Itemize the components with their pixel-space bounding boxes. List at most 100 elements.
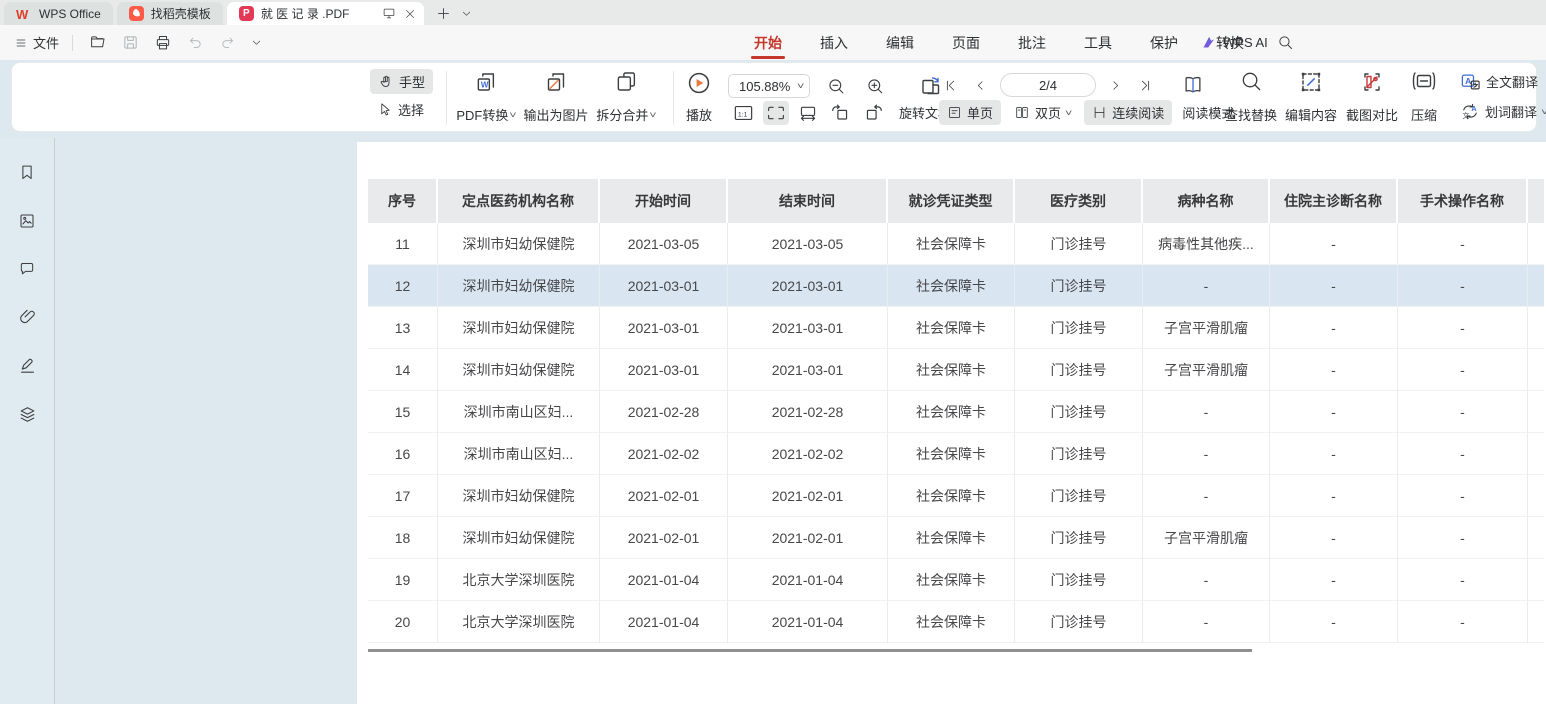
- split-merge-label: 拆分合并: [596, 105, 648, 124]
- attachments-icon[interactable]: [14, 303, 41, 330]
- find-replace-button[interactable]: 查找替换: [1225, 68, 1277, 128]
- svg-text:W: W: [481, 81, 489, 90]
- full-translate-button[interactable]: A 全文翻译: [1456, 70, 1542, 93]
- table-cell: [1528, 433, 1544, 475]
- pdf-page: 序号定点医药机构名称开始时间结束时间就诊凭证类型医疗类别病种名称住院主诊断名称手…: [357, 142, 1546, 704]
- page-number-input[interactable]: 2/4: [1000, 73, 1096, 97]
- menu-item-4[interactable]: 批注: [999, 25, 1065, 60]
- zoom-level-select[interactable]: 105.88% ˅: [728, 74, 810, 98]
- table-row[interactable]: 20北京大学深圳医院2021-01-042021-01-04社会保障卡门诊挂号-…: [368, 601, 1544, 643]
- table-header-cell: 定点医药机构名称: [438, 179, 600, 223]
- table-cell: 社会保障卡: [888, 265, 1015, 307]
- next-page-icon[interactable]: [1106, 75, 1125, 96]
- redo-icon[interactable]: [216, 32, 239, 53]
- wps-ai-button[interactable]: WPS AI: [1200, 25, 1268, 60]
- tab-list-chevron-icon[interactable]: [461, 8, 472, 19]
- table-cell: -: [1398, 475, 1528, 517]
- search-icon[interactable]: [1274, 31, 1297, 54]
- double-page-button[interactable]: 双页 ˅: [1006, 100, 1079, 125]
- menu-item-1[interactable]: 插入: [801, 25, 867, 60]
- zoom-out-icon[interactable]: [824, 74, 849, 99]
- menu-item-2[interactable]: 编辑: [867, 25, 933, 60]
- table-cell: 门诊挂号: [1015, 265, 1143, 307]
- table-row[interactable]: 16深圳市南山区妇...2021-02-022021-02-02社会保障卡门诊挂…: [368, 433, 1544, 475]
- screenshot-compare-button[interactable]: 截图对比: [1346, 68, 1398, 128]
- table-row[interactable]: 13深圳市妇幼保健院2021-03-012021-03-01社会保障卡门诊挂号子…: [368, 307, 1544, 349]
- table-cell: 深圳市妇幼保健院: [438, 475, 600, 517]
- select-tool-button[interactable]: 选择: [370, 97, 432, 122]
- table-cell: 2021-02-02: [600, 433, 728, 475]
- edit-content-button[interactable]: 编辑内容: [1285, 68, 1337, 128]
- pdf-convert-button[interactable]: W PDF转换˅: [456, 68, 515, 128]
- single-page-button[interactable]: 单页: [939, 100, 1001, 125]
- tab-medical-record-pdf[interactable]: P 就 医 记 录 .PDF: [227, 2, 425, 25]
- window-tab-bar: W WPS Office 找稻壳模板 P 就 医 记 录 .PDF: [0, 0, 1546, 25]
- tab-docer-templates[interactable]: 找稻壳模板: [117, 2, 223, 25]
- table-cell: 2021-01-04: [600, 601, 728, 643]
- split-merge-button[interactable]: 拆分合并˅: [596, 68, 655, 128]
- play-button[interactable]: 播放: [686, 68, 712, 128]
- present-to-screen-icon[interactable]: [382, 7, 396, 20]
- left-sidebar-rail: [0, 138, 55, 704]
- word-translate-button[interactable]: A文 划词翻译 ˅: [1456, 100, 1546, 123]
- menu-item-6[interactable]: 保护: [1131, 25, 1197, 60]
- first-page-icon[interactable]: [940, 75, 961, 96]
- menu-item-0[interactable]: 开始: [735, 25, 801, 60]
- document-viewport[interactable]: 序号定点医药机构名称开始时间结束时间就诊凭证类型医疗类别病种名称住院主诊断名称手…: [56, 138, 1546, 704]
- hand-tool-button[interactable]: 手型: [370, 69, 433, 94]
- export-as-image-button[interactable]: 输出为图片: [523, 68, 588, 128]
- table-cell: -: [1143, 601, 1270, 643]
- table-row[interactable]: 17深圳市妇幼保健院2021-02-012021-02-01社会保障卡门诊挂号-…: [368, 475, 1544, 517]
- table-row[interactable]: 14深圳市妇幼保健院2021-03-012021-03-01社会保障卡门诊挂号子…: [368, 349, 1544, 391]
- table-row[interactable]: 12深圳市妇幼保健院2021-03-012021-03-01社会保障卡门诊挂号-…: [368, 265, 1544, 307]
- rotate-right-icon[interactable]: [860, 100, 887, 125]
- new-tab-icon[interactable]: [436, 6, 451, 21]
- actual-size-icon[interactable]: 1:1: [730, 101, 757, 125]
- table-row[interactable]: 18深圳市妇幼保健院2021-02-012021-02-01社会保障卡门诊挂号子…: [368, 517, 1544, 559]
- table-header-cell: 医疗类别: [1015, 179, 1143, 223]
- bookmarks-icon[interactable]: [14, 159, 40, 186]
- read-mode-icon[interactable]: [1178, 71, 1208, 99]
- open-folder-icon[interactable]: [86, 31, 110, 54]
- table-cell: 2021-02-01: [728, 517, 888, 559]
- page-indicator: 2/4: [1039, 78, 1057, 93]
- table-cell: 社会保障卡: [888, 223, 1015, 265]
- fit-page-icon[interactable]: [795, 101, 821, 125]
- undo-icon[interactable]: [184, 32, 207, 53]
- close-tab-icon[interactable]: [404, 8, 416, 20]
- tab-label: 找稻壳模板: [151, 5, 211, 22]
- save-icon[interactable]: [119, 31, 142, 54]
- svg-text:A: A: [1471, 104, 1477, 113]
- table-cell: -: [1398, 349, 1528, 391]
- screenshot-compare-icon: [1360, 70, 1384, 94]
- table-cell: 深圳市南山区妇...: [438, 433, 600, 475]
- select-tool-label: 选择: [398, 100, 424, 119]
- more-actions-chevron-icon[interactable]: [248, 34, 265, 51]
- file-menu-button[interactable]: 文件: [14, 33, 59, 52]
- menu-item-5[interactable]: 工具: [1065, 25, 1131, 60]
- compress-button[interactable]: 压缩: [1411, 68, 1437, 128]
- medical-records-table: 序号定点医药机构名称开始时间结束时间就诊凭证类型医疗类别病种名称住院主诊断名称手…: [368, 179, 1544, 643]
- signature-icon[interactable]: [14, 352, 41, 379]
- table-row[interactable]: 11深圳市妇幼保健院2021-03-052021-03-05社会保障卡门诊挂号病…: [368, 223, 1544, 265]
- previous-page-icon[interactable]: [971, 75, 990, 96]
- continuous-read-button[interactable]: 连续阅读: [1084, 100, 1172, 125]
- last-page-icon[interactable]: [1135, 75, 1156, 96]
- table-row[interactable]: 15深圳市南山区妇...2021-02-282021-02-28社会保障卡门诊挂…: [368, 391, 1544, 433]
- comments-icon[interactable]: [14, 256, 40, 281]
- pdf-convert-icon: W: [474, 70, 498, 94]
- rotate-left-icon[interactable]: [827, 100, 854, 125]
- fit-width-icon[interactable]: [763, 101, 789, 125]
- thumbnails-icon[interactable]: [14, 208, 40, 234]
- tab-wps-office[interactable]: W WPS Office: [4, 2, 113, 25]
- menu-item-3[interactable]: 页面: [933, 25, 999, 60]
- divider: [446, 71, 447, 125]
- print-icon[interactable]: [151, 31, 175, 54]
- table-cell: -: [1143, 475, 1270, 517]
- table-cell: 15: [368, 391, 438, 433]
- layers-icon[interactable]: [14, 401, 41, 428]
- zoom-in-icon[interactable]: [863, 74, 888, 99]
- table-row[interactable]: 19北京大学深圳医院2021-01-042021-01-04社会保障卡门诊挂号-…: [368, 559, 1544, 601]
- tab-label: 就 医 记 录 .PDF: [261, 5, 350, 22]
- table-cell: -: [1398, 559, 1528, 601]
